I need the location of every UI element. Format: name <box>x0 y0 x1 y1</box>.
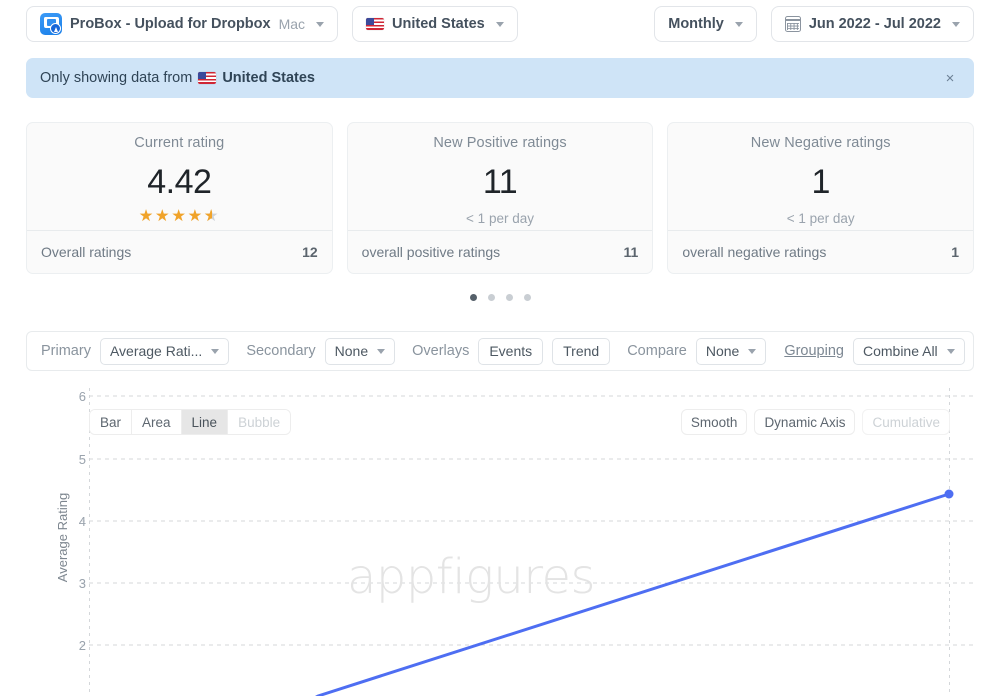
chart-y-tick: 4 <box>78 514 86 529</box>
overlays-label: Overlays <box>412 343 470 359</box>
close-icon[interactable]: × <box>938 66 962 90</box>
chart-option-dynamic-axis[interactable]: Dynamic Axis <box>754 409 856 435</box>
country-selector[interactable]: United States <box>352 6 518 42</box>
calendar-icon <box>784 16 801 32</box>
stat-card-new-positive: New Positive ratings 11 < 1 per day over… <box>346 122 654 274</box>
chart-y-tick: 3 <box>78 576 86 591</box>
compare-label: Compare <box>627 343 687 359</box>
secondary-label: Secondary <box>246 343 316 359</box>
country-filter-banner: Only showing data from United States × <box>26 58 974 98</box>
overlay-trend-button[interactable]: Trend <box>552 337 611 365</box>
chart-option-cumulative: Cumulative <box>862 409 950 435</box>
overlay-events-button[interactable]: Events <box>478 337 544 365</box>
stat-card-new-negative: New Negative ratings 1 < 1 per day overa… <box>667 122 975 274</box>
chart-data-point <box>944 489 954 499</box>
card-value: 1 <box>811 163 830 201</box>
grouping-label[interactable]: Grouping <box>784 343 844 359</box>
chevron-down-icon <box>748 348 757 354</box>
half-star-icon: ★★ <box>203 207 221 225</box>
card-footer: overall positive ratings 11 <box>347 230 653 273</box>
primary-metric-select[interactable]: Average Rati... <box>99 337 230 365</box>
chart-options-group: Smooth Dynamic Axis Cumulative <box>680 409 950 435</box>
top-toolbar-right: Monthly Jun 2022 - Jul 2022 <box>654 6 974 42</box>
compare-select[interactable]: None <box>695 337 767 365</box>
chart-y-tick: 6 <box>78 389 86 404</box>
card-footer: Overall ratings 12 <box>27 230 332 273</box>
primary-label: Primary <box>41 343 91 359</box>
chevron-down-icon <box>377 348 386 354</box>
secondary-metric-value: None <box>334 343 369 359</box>
chevron-down-icon <box>952 21 960 27</box>
top-toolbar: ProBox - Upload for Dropbox Mac United S… <box>0 0 1000 48</box>
chart-type-area[interactable]: Area <box>132 410 182 434</box>
granularity-label: Monthly <box>668 16 724 32</box>
chevron-down-icon <box>316 21 325 27</box>
chart-type-bubble: Bubble <box>228 410 291 434</box>
card-footer-label: overall negative ratings <box>682 244 827 260</box>
chart-y-axis-label: Average Rating <box>55 492 71 583</box>
card-subtitle: < 1 per day <box>786 211 855 226</box>
ratings-dashboard: ProBox - Upload for Dropbox Mac United S… <box>0 0 1000 696</box>
card-title: Current rating <box>134 135 225 151</box>
card-footer-value: 1 <box>951 244 960 260</box>
carousel-dot[interactable] <box>505 294 513 301</box>
card-footer: overall negative ratings 1 <box>668 230 974 273</box>
carousel-dot[interactable] <box>487 294 495 301</box>
chart-type-line[interactable]: Line <box>181 410 229 434</box>
carousel-dot[interactable] <box>469 294 477 301</box>
us-flag-icon <box>198 72 217 84</box>
banner-text: Only showing data from United States <box>40 70 315 86</box>
card-value: 4.42 <box>147 163 212 201</box>
country-selector-label: United States <box>392 16 485 32</box>
primary-metric-value: Average Rati... <box>109 343 203 359</box>
star-icon: ★ <box>138 207 155 225</box>
star-icon: ★ <box>154 207 172 225</box>
grouping-value: Combine All <box>862 343 938 359</box>
stat-card-current-rating: Current rating 4.42 ★★★★★★ Overall ratin… <box>26 122 333 274</box>
appfigures-watermark: appfigures <box>347 549 596 605</box>
banner-country: United States <box>222 70 315 86</box>
star-rating: ★★★★★★ <box>27 199 332 225</box>
card-footer-value: 12 <box>302 244 318 260</box>
chart-type-bar[interactable]: Bar <box>90 410 133 434</box>
carousel-dot[interactable] <box>523 294 531 301</box>
chevron-down-icon <box>734 21 743 27</box>
chevron-down-icon <box>495 21 504 27</box>
star-icon: ★ <box>187 207 204 225</box>
card-footer-label: Overall ratings <box>41 244 132 260</box>
granularity-selector[interactable]: Monthly <box>654 6 757 42</box>
app-icon <box>40 13 62 35</box>
banner-prefix: Only showing data from <box>40 70 193 86</box>
date-range-label: Jun 2022 - Jul 2022 <box>808 16 941 32</box>
chevron-down-icon <box>211 348 220 354</box>
us-flag-icon <box>366 18 385 30</box>
chart-type-toggle: Bar Area Line Bubble <box>89 409 292 435</box>
stat-cards: Current rating 4.42 ★★★★★★ Overall ratin… <box>26 122 975 274</box>
card-title: New Positive ratings <box>433 135 567 151</box>
average-rating-chart: Average Rating 6 5 4 3 2 Bar Area Line B… <box>26 378 974 696</box>
card-footer-value: 11 <box>623 244 639 260</box>
chevron-down-icon <box>946 348 955 354</box>
app-selector[interactable]: ProBox - Upload for Dropbox Mac <box>26 6 339 42</box>
carousel-dots <box>0 294 1000 301</box>
card-footer-label: overall positive ratings <box>361 244 501 260</box>
star-icon: ★ <box>171 207 188 225</box>
chart-y-tick: 5 <box>78 452 86 467</box>
chart-controls-bar: Primary Average Rati... Secondary None O… <box>26 331 974 371</box>
card-subtitle: < 1 per day <box>466 211 534 226</box>
compare-value: None <box>705 343 740 359</box>
card-title: New Negative ratings <box>750 135 891 151</box>
chart-y-tick: 2 <box>78 638 86 653</box>
app-selector-name: ProBox - Upload for Dropbox <box>70 16 271 32</box>
secondary-metric-select[interactable]: None <box>324 337 396 365</box>
grouping-select[interactable]: Combine All <box>852 337 965 365</box>
date-range-selector[interactable]: Jun 2022 - Jul 2022 <box>770 6 974 42</box>
chart-option-smooth[interactable]: Smooth <box>680 409 748 435</box>
app-selector-platform: Mac <box>278 16 306 32</box>
card-value: 11 <box>482 163 518 201</box>
